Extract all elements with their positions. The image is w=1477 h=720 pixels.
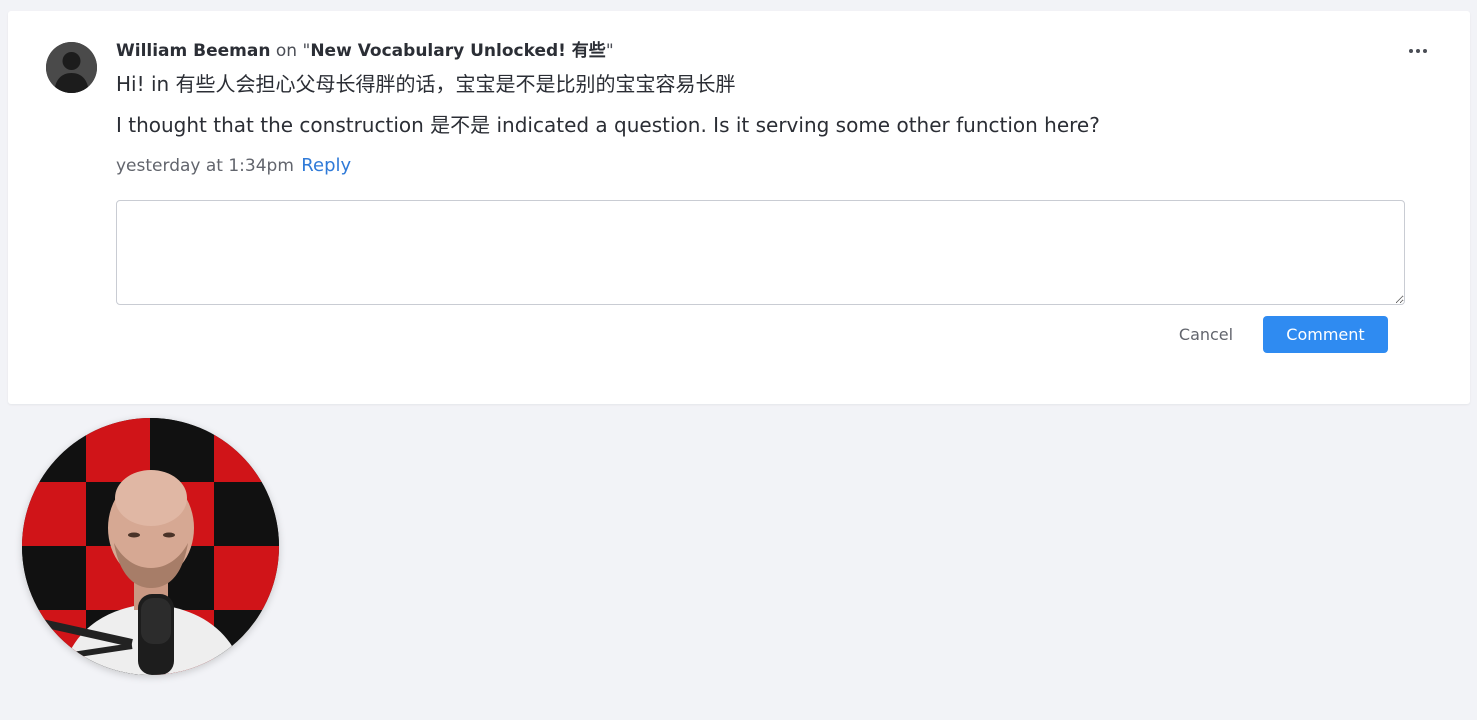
webcam-overlay (22, 418, 279, 675)
more-horizontal-icon (1409, 49, 1427, 53)
topic-title[interactable]: New Vocabulary Unlocked! 有些 (310, 41, 606, 61)
comment-submit-button[interactable]: Comment (1263, 316, 1388, 353)
comment-timestamp: yesterday at 1:34pm (116, 156, 294, 176)
reply-textarea[interactable] (116, 200, 1405, 305)
reply-link[interactable]: Reply (301, 155, 351, 176)
user-silhouette-icon (46, 42, 97, 93)
webcam-presenter-image (22, 418, 279, 675)
author-avatar[interactable] (46, 42, 97, 93)
comment-header: William Beeman on "New Vocabulary Unlock… (116, 41, 614, 61)
comment-text-line-2: I thought that the construction 是不是 indi… (116, 113, 1100, 137)
comment-card: William Beeman on "New Vocabulary Unlock… (8, 11, 1470, 404)
comment-text-line-1: Hi! in 有些人会担心父母长得胖的话，宝宝是不是比别的宝宝容易长胖 (116, 72, 736, 96)
on-word: on (275, 41, 298, 61)
comment-meta: yesterday at 1:34pm Reply (116, 155, 351, 177)
more-options-button[interactable] (1406, 41, 1430, 61)
cancel-button[interactable]: Cancel (1168, 316, 1244, 353)
author-name[interactable]: William Beeman (116, 41, 270, 61)
